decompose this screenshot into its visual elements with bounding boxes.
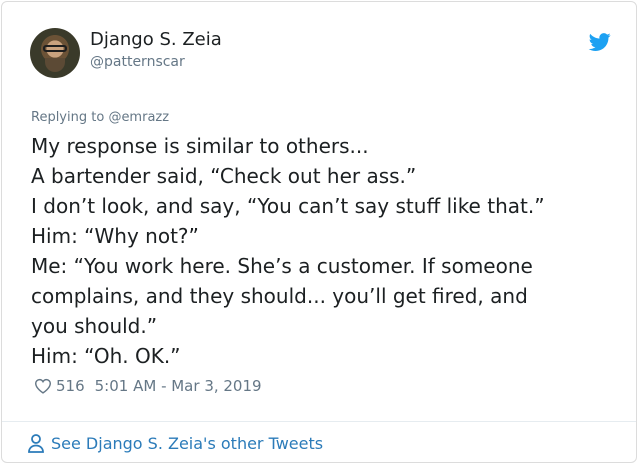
- avatar[interactable]: [30, 28, 80, 78]
- tweet-line: Me: “You work here. She’s a customer. If…: [31, 254, 533, 278]
- tweet-line: I don’t look, and say, “You can’t say st…: [31, 194, 545, 218]
- tweet-line: A bartender said, “Check out her ass.”: [31, 164, 417, 188]
- avatar-glasses: [43, 45, 67, 52]
- like-count: 516: [56, 377, 85, 395]
- divider: [2, 421, 636, 422]
- tweet-line: you should.”: [31, 314, 158, 338]
- tweet-line: Him: “Oh. OK.”: [31, 344, 181, 368]
- tweet-text: My response is similar to others... A ba…: [31, 131, 621, 371]
- replying-to: Replying to @emrazz: [31, 110, 169, 125]
- tweet-timestamp[interactable]: 5:01 AM - Mar 3, 2019: [95, 377, 262, 395]
- user-handle[interactable]: @patternscar: [90, 54, 185, 70]
- avatar-beard: [45, 58, 65, 72]
- see-other-tweets-link[interactable]: See Django S. Zeia's other Tweets: [27, 433, 323, 453]
- person-icon: [28, 434, 44, 453]
- tweet-card: Django S. Zeia @patternscar Replying to …: [1, 1, 637, 463]
- twitter-bird-icon[interactable]: [588, 31, 612, 53]
- display-name[interactable]: Django S. Zeia: [90, 29, 222, 50]
- tweet-line: My response is similar to others...: [31, 134, 369, 158]
- reply-mention-link[interactable]: @emrazz: [108, 110, 169, 125]
- tweet-line: Him: “Why not?”: [31, 224, 199, 248]
- replying-to-prefix: Replying to: [31, 110, 109, 125]
- tweet-line: complains, and they should... you’ll get…: [31, 284, 528, 308]
- heart-icon[interactable]: [34, 378, 52, 394]
- tweet-meta: 516 5:01 AM - Mar 3, 2019: [34, 375, 262, 397]
- see-other-tweets-label: See Django S. Zeia's other Tweets: [51, 433, 324, 453]
